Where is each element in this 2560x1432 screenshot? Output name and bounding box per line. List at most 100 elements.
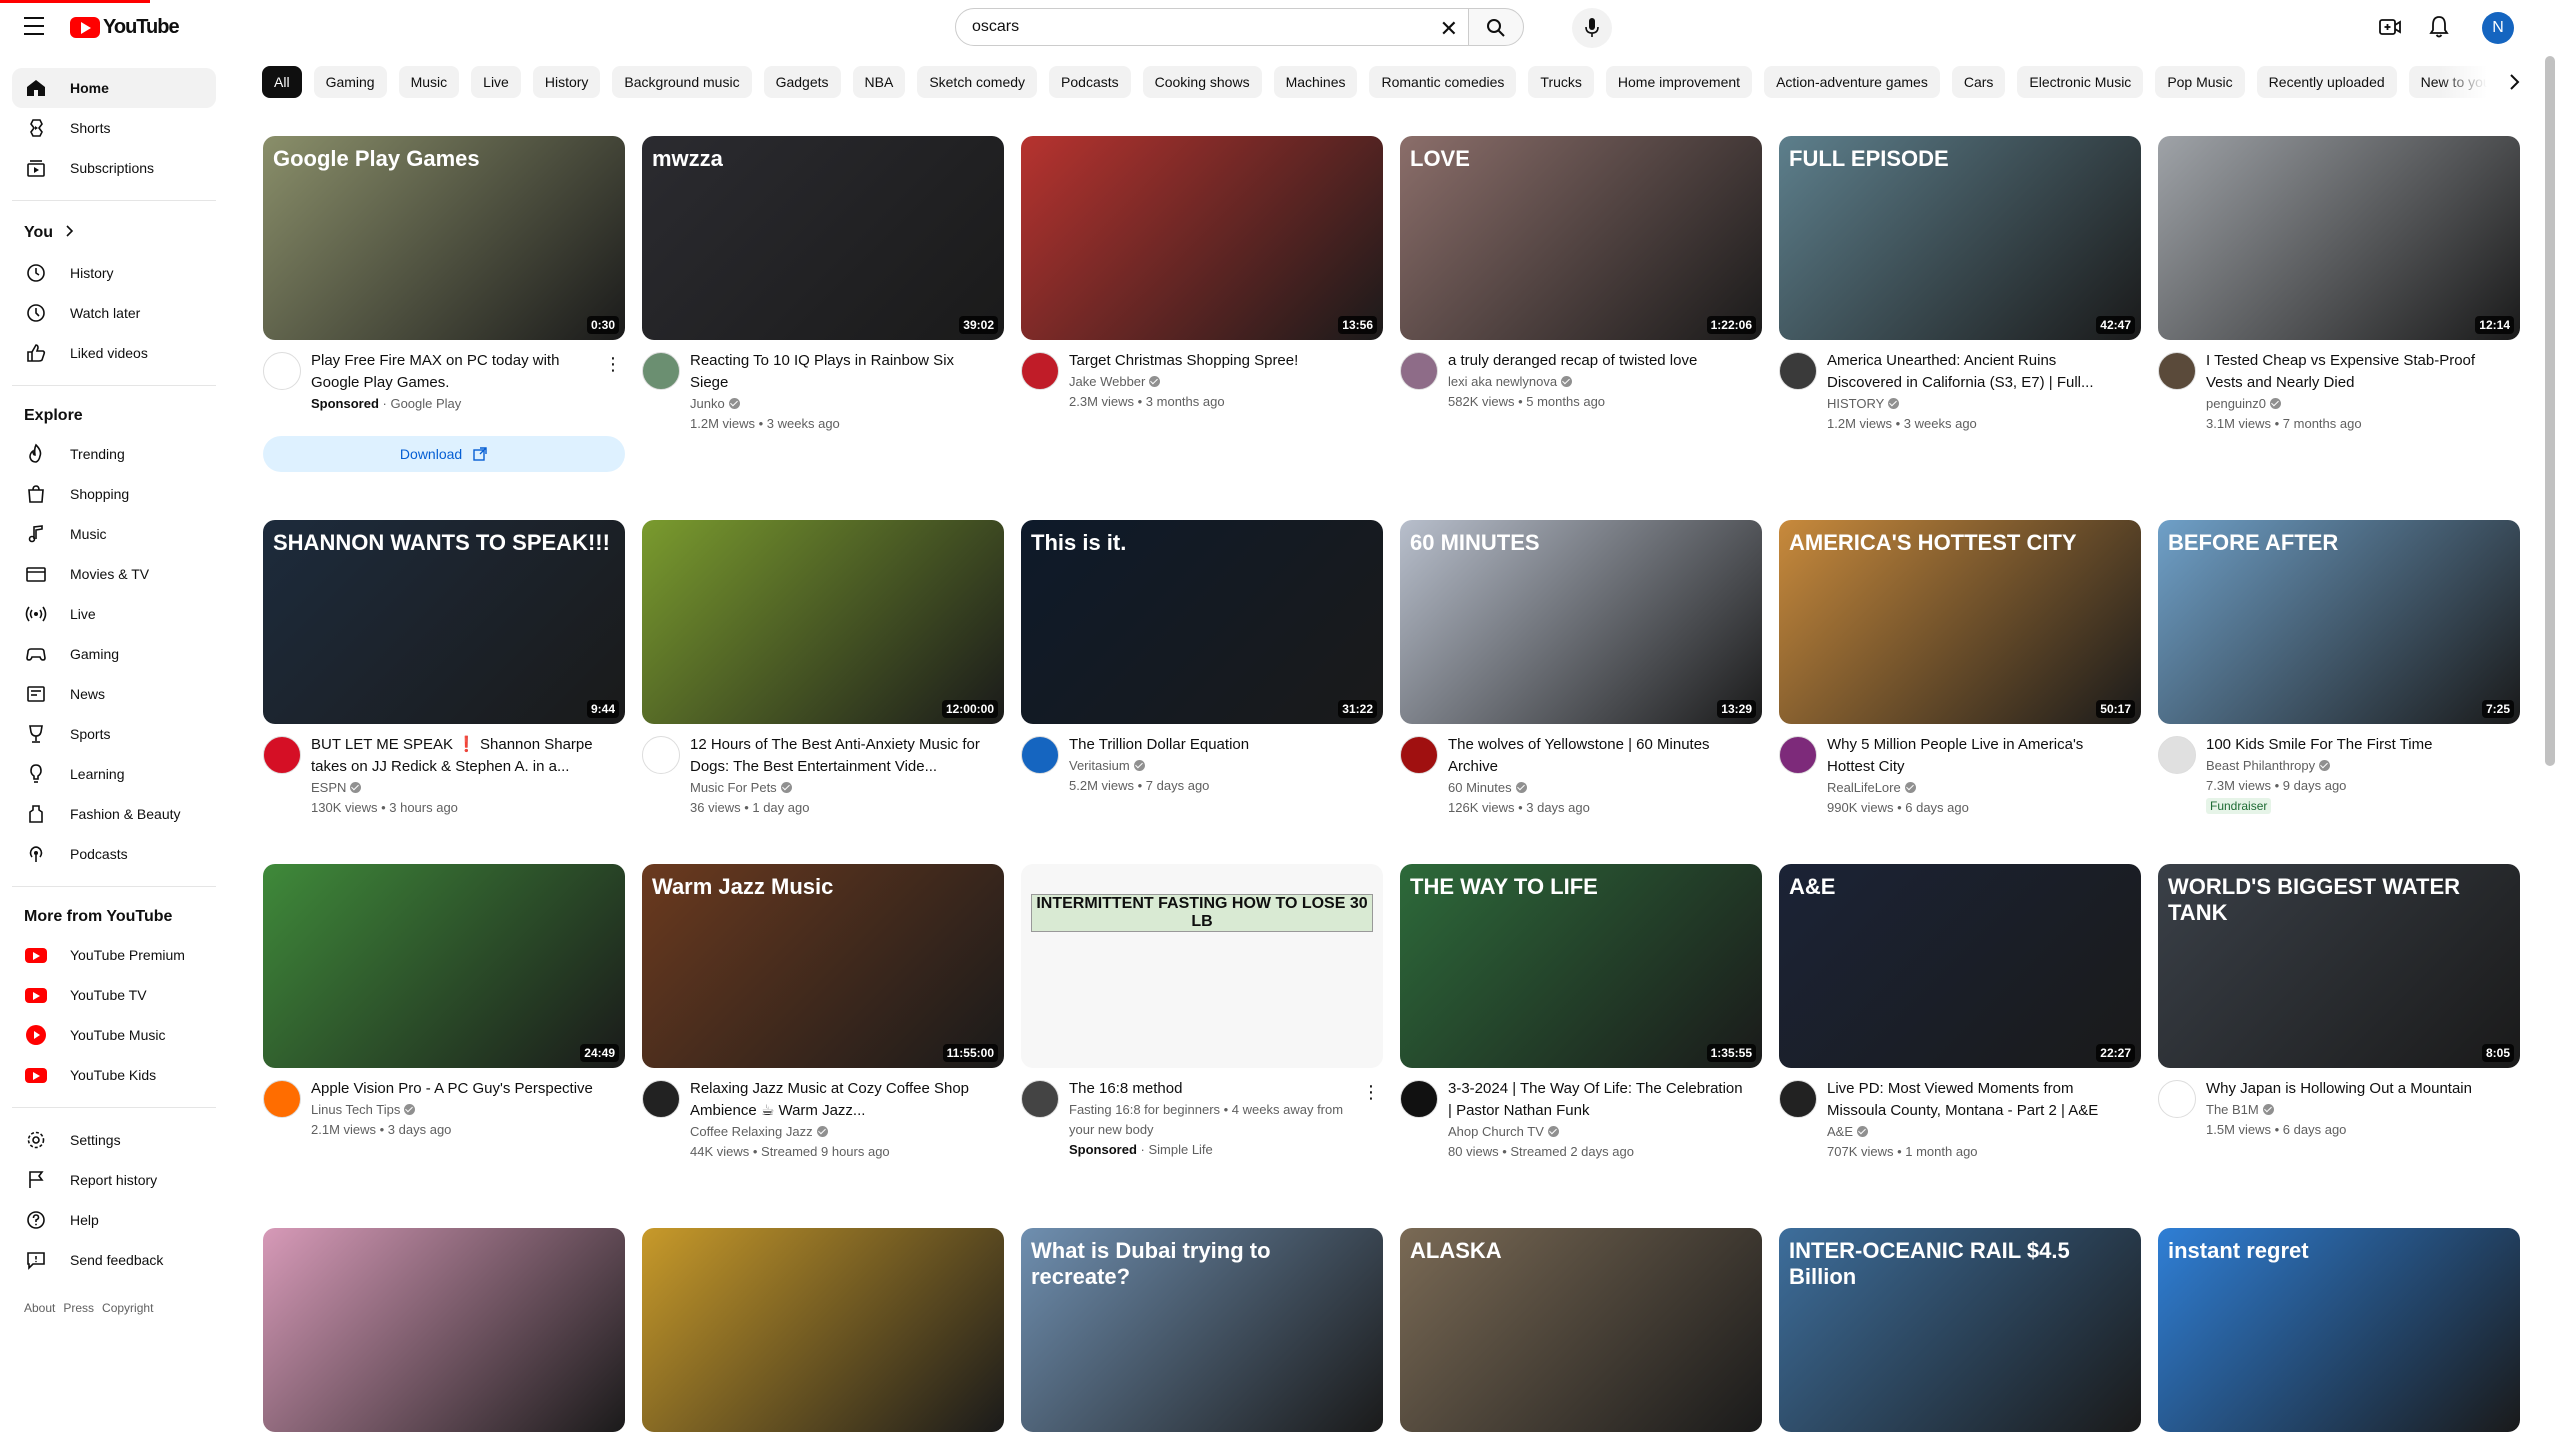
sidebar-item-fashion-beauty[interactable]: Fashion & Beauty <box>12 794 216 834</box>
video-title[interactable]: Apple Vision Pro - A PC Guy's Perspectiv… <box>311 1078 611 1100</box>
channel-name[interactable]: HISTORY <box>1827 396 1884 411</box>
chip-machines[interactable]: Machines <box>1273 66 1358 98</box>
sidebar-item-live[interactable]: Live <box>12 594 216 634</box>
footer-link[interactable]: Copyright <box>102 1301 153 1315</box>
channel-avatar[interactable] <box>263 1080 301 1118</box>
sidebar-item-liked-videos[interactable]: Liked videos <box>12 333 216 373</box>
video-title[interactable]: The wolves of Yellowstone | 60 Minutes A… <box>1448 734 1748 778</box>
channel-avatar[interactable] <box>2158 352 2196 390</box>
video-thumbnail[interactable]: FULL EPISODE 42:47 <box>1779 136 2141 340</box>
video-title[interactable]: I Tested Cheap vs Expensive Stab-Proof V… <box>2206 350 2506 394</box>
voice-search-button[interactable] <box>1572 8 1612 48</box>
channel-avatar[interactable] <box>1779 1080 1817 1118</box>
sidebar-item-music[interactable]: Music <box>12 514 216 554</box>
channel-name[interactable]: penguinz0 <box>2206 396 2266 411</box>
chips-next-button[interactable] <box>2500 68 2528 96</box>
account-avatar[interactable]: N <box>2482 12 2514 44</box>
chip-gaming[interactable]: Gaming <box>313 66 387 98</box>
channel-name[interactable]: Beast Philanthropy <box>2206 758 2315 773</box>
search-box[interactable]: ✕ <box>955 8 1469 46</box>
channel-avatar[interactable] <box>263 736 301 774</box>
channel-avatar[interactable] <box>1021 352 1059 390</box>
sidebar-item-youtube-tv[interactable]: YouTube TV <box>12 975 216 1015</box>
chip-trucks[interactable]: Trucks <box>1528 66 1594 98</box>
video-thumbnail[interactable] <box>263 1228 625 1432</box>
video-thumbnail[interactable]: INTERMITTENT FASTING HOW TO LOSE 30 LB <box>1021 864 1383 1068</box>
video-title[interactable]: Reacting To 10 IQ Plays in Rainbow Six S… <box>690 350 990 394</box>
channel-avatar[interactable] <box>2158 736 2196 774</box>
chip-pop-music[interactable]: Pop Music <box>2155 66 2245 98</box>
video-thumbnail[interactable]: Google Play Games 0:30 <box>263 136 625 340</box>
channel-name[interactable]: 60 Minutes <box>1448 780 1512 795</box>
sidebar-item-youtube-premium[interactable]: YouTube Premium <box>12 935 216 975</box>
chip-nba[interactable]: NBA <box>852 66 906 98</box>
channel-name[interactable]: lexi aka newlynova <box>1448 374 1557 389</box>
notifications-button[interactable] <box>2428 14 2450 45</box>
channel-name[interactable]: Veritasium <box>1069 758 1130 773</box>
channel-avatar[interactable] <box>263 352 301 390</box>
channel-name[interactable]: Google Play <box>390 396 461 411</box>
video-thumbnail[interactable]: instant regret <box>2158 1228 2520 1432</box>
sidebar-item-history[interactable]: History <box>12 253 216 293</box>
video-thumbnail[interactable]: Warm Jazz Music 11:55:00 <box>642 864 1004 1068</box>
video-title[interactable]: 12 Hours of The Best Anti-Anxiety Music … <box>690 734 990 778</box>
chip-home-improvement[interactable]: Home improvement <box>1605 66 1753 98</box>
sidebar-item-settings[interactable]: Settings <box>12 1120 216 1160</box>
channel-name[interactable]: A&E <box>1827 1124 1853 1139</box>
channel-name[interactable]: Music For Pets <box>690 780 777 795</box>
chip-electronic-music[interactable]: Electronic Music <box>2017 66 2144 98</box>
video-thumbnail[interactable]: What is Dubai trying to recreate? <box>1021 1228 1383 1432</box>
video-thumbnail[interactable]: 12:00:00 <box>642 520 1004 724</box>
chip-all[interactable]: All <box>262 66 302 98</box>
channel-name[interactable]: Coffee Relaxing Jazz <box>690 1124 813 1139</box>
video-title[interactable]: Live PD: Most Viewed Moments from Missou… <box>1827 1078 2127 1122</box>
sidebar-item-podcasts[interactable]: Podcasts <box>12 834 216 874</box>
video-thumbnail[interactable]: This is it. 31:22 <box>1021 520 1383 724</box>
video-title[interactable]: The 16:8 method <box>1069 1078 1369 1100</box>
sidebar-item-home[interactable]: Home <box>12 68 216 108</box>
chip-romantic-comedies[interactable]: Romantic comedies <box>1369 66 1517 98</box>
more-actions-icon[interactable]: ⋮ <box>1359 1080 1383 1104</box>
video-thumbnail[interactable]: LOVE 1:22:06 <box>1400 136 1762 340</box>
search-input[interactable] <box>970 17 1414 37</box>
channel-avatar[interactable] <box>1021 736 1059 774</box>
chip-history[interactable]: History <box>532 66 601 98</box>
video-title[interactable]: BUT LET ME SPEAK ❗ Shannon Sharpe takes … <box>311 734 611 778</box>
video-thumbnail[interactable]: A&E 22:27 <box>1779 864 2141 1068</box>
channel-avatar[interactable] <box>1779 736 1817 774</box>
chip-sketch-comedy[interactable]: Sketch comedy <box>917 66 1038 98</box>
channel-avatar[interactable] <box>1021 1080 1059 1118</box>
channel-avatar[interactable] <box>1779 352 1817 390</box>
channel-avatar[interactable] <box>1400 352 1438 390</box>
sidebar-item-watch-later[interactable]: Watch later <box>12 293 216 333</box>
video-thumbnail[interactable]: AMERICA'S HOTTEST CITY 50:17 <box>1779 520 2141 724</box>
channel-avatar[interactable] <box>1400 736 1438 774</box>
sidebar-item-shopping[interactable]: Shopping <box>12 474 216 514</box>
video-thumbnail[interactable]: THE WAY TO LIFE 1:35:55 <box>1400 864 1762 1068</box>
sidebar-item-report-history[interactable]: Report history <box>12 1160 216 1200</box>
video-thumbnail[interactable]: ALASKA <box>1400 1228 1762 1432</box>
video-thumbnail[interactable]: SHANNON WANTS TO SPEAK!!! 9:44 <box>263 520 625 724</box>
channel-name[interactable]: Simple Life <box>1148 1142 1212 1157</box>
sidebar-item-movies-tv[interactable]: Movies & TV <box>12 554 216 594</box>
sidebar-item-trending[interactable]: Trending <box>12 434 216 474</box>
video-thumbnail[interactable]: 60 MINUTES 13:29 <box>1400 520 1762 724</box>
channel-name[interactable]: ESPN <box>311 780 346 795</box>
chip-action-adventure-games[interactable]: Action-adventure games <box>1764 66 1940 98</box>
video-title[interactable]: Why Japan is Hollowing Out a Mountain <box>2206 1078 2506 1100</box>
chip-background-music[interactable]: Background music <box>612 66 752 98</box>
video-title[interactable]: America Unearthed: Ancient Ruins Discove… <box>1827 350 2127 394</box>
video-title[interactable]: Play Free Fire MAX on PC today with Goog… <box>311 350 611 394</box>
youtube-logo[interactable]: YouTube <box>70 16 180 39</box>
video-thumbnail[interactable]: 13:56 <box>1021 136 1383 340</box>
sidebar-item-subscriptions[interactable]: Subscriptions <box>12 148 216 188</box>
chip-podcasts[interactable]: Podcasts <box>1049 66 1131 98</box>
video-title[interactable]: a truly deranged recap of twisted love <box>1448 350 1748 372</box>
video-thumbnail[interactable]: 12:14 <box>2158 136 2520 340</box>
sidebar-item-gaming[interactable]: Gaming <box>12 634 216 674</box>
video-thumbnail[interactable]: INTER-OCEANIC RAIL $4.5 Billion <box>1779 1228 2141 1432</box>
channel-name[interactable]: Junko <box>690 396 725 411</box>
sidebar-item-news[interactable]: News <box>12 674 216 714</box>
channel-avatar[interactable] <box>642 352 680 390</box>
channel-avatar[interactable] <box>1400 1080 1438 1118</box>
